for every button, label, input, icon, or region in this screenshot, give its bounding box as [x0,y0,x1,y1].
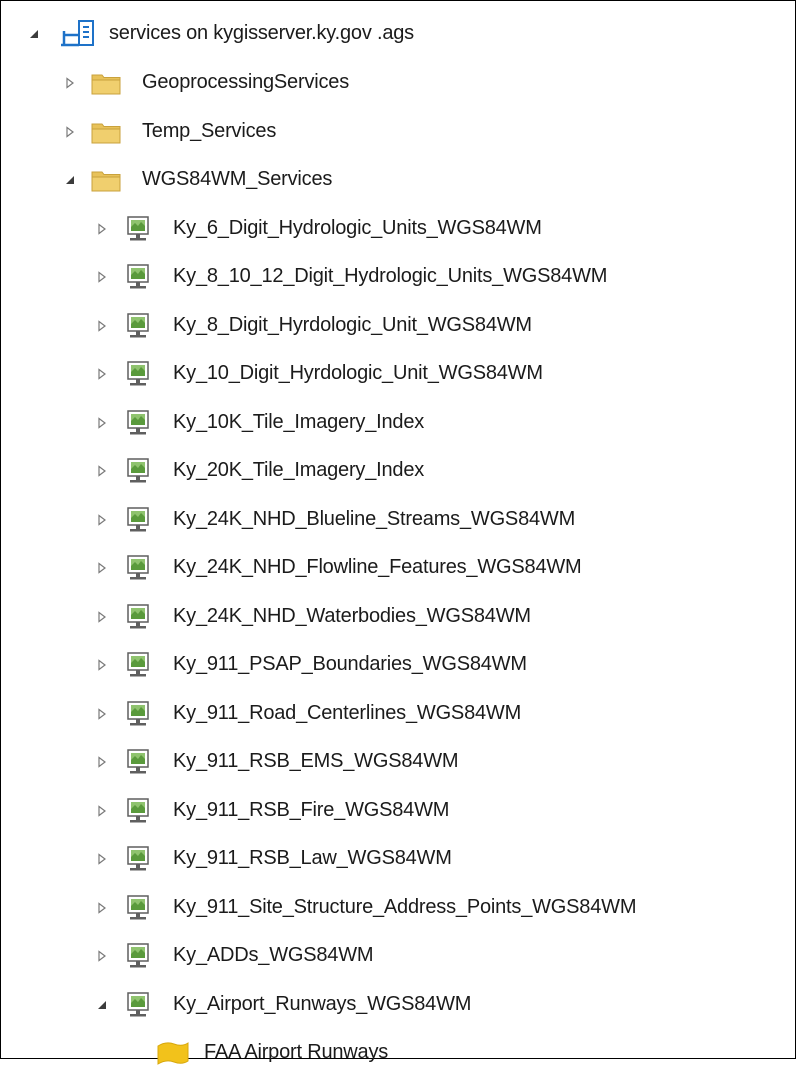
expand-arrow-icon[interactable] [95,561,109,575]
map-service-icon [125,554,151,582]
expand-arrow-icon[interactable] [95,755,109,769]
expand-arrow-icon[interactable] [95,416,109,430]
tree-item-label: GeoprocessingServices [142,71,350,94]
map-service-icon [125,845,151,873]
service-item[interactable]: Ky_20K_Tile_Imagery_Index [1,447,791,496]
service-item[interactable]: Ky_8_10_12_Digit_Hydrologic_Units_WGS84W… [1,253,791,302]
service-item[interactable]: Ky_911_Road_Centerlines_WGS84WM [1,690,791,739]
map-service-icon [125,506,151,534]
expand-arrow-icon[interactable] [95,367,109,381]
collapse-arrow-icon[interactable] [63,173,77,187]
service-item[interactable]: Ky_10K_Tile_Imagery_Index [1,399,791,448]
expand-arrow-icon[interactable] [63,76,77,90]
service-item[interactable]: Ky_911_PSAP_Boundaries_WGS84WM [1,641,791,690]
polygon-layer-icon [156,1040,190,1066]
tree-item-label: Ky_6_Digit_Hydrologic_Units_WGS84WM [173,216,542,239]
catalog-pane: services on kygisserver.ky.gov .ags Geopr… [0,0,796,1066]
collapse-arrow-icon[interactable] [27,27,41,41]
folder-icon [91,71,121,95]
expand-arrow-icon[interactable] [95,270,109,284]
service-item[interactable]: Ky_911_RSB_Law_WGS84WM [1,835,791,884]
tree-item-label: Ky_911_RSB_Fire_WGS84WM [173,798,450,821]
expand-arrow-icon[interactable] [63,125,77,139]
expand-arrow-icon[interactable] [95,610,109,624]
tree-item-label: Ky_911_Site_Structure_Address_Points_WGS… [173,895,637,918]
expand-arrow-icon[interactable] [95,464,109,478]
tree-item-label: Ky_Airport_Runways_WGS84WM [173,992,472,1015]
map-service-icon [125,748,151,776]
service-item[interactable]: Ky_ADDs_WGS84WM [1,932,791,981]
tree-item-label: Ky_ADDs_WGS84WM [173,944,374,967]
folder-item[interactable]: WGS84WM_Services [1,156,791,205]
map-service-icon [125,457,151,485]
collapse-arrow-icon[interactable] [95,998,109,1012]
service-item[interactable]: Ky_24K_NHD_Waterbodies_WGS84WM [1,593,791,642]
tree-item-label: services on kygisserver.ky.gov .ags [109,22,414,45]
map-service-icon [125,700,151,728]
map-service-icon [125,215,151,243]
tree-item-label: Ky_24K_NHD_Blueline_Streams_WGS84WM [173,507,576,530]
service-item[interactable]: Ky_Airport_Runways_WGS84WM [1,981,791,1030]
tree-item-label: FAA Airport Runways [204,1041,389,1064]
tree-item-label: Ky_10_Digit_Hyrdologic_Unit_WGS84WM [173,362,543,385]
map-service-icon [125,894,151,922]
tree-item-label: Ky_24K_NHD_Waterbodies_WGS84WM [173,604,531,627]
expand-arrow-icon[interactable] [95,513,109,527]
ags-server-connection-icon [59,19,99,49]
tree-item-label: WGS84WM_Services [142,168,333,191]
folder-icon [91,168,121,192]
tree-item-label: Ky_10K_Tile_Imagery_Index [173,410,425,433]
tree-root-item[interactable]: services on kygisserver.ky.gov .ags [1,9,791,59]
expand-arrow-icon[interactable] [95,707,109,721]
map-service-icon [125,942,151,970]
expand-arrow-icon[interactable] [95,804,109,818]
service-item[interactable]: Ky_24K_NHD_Flowline_Features_WGS84WM [1,544,791,593]
tree-item-label: Ky_20K_Tile_Imagery_Index [173,459,425,482]
tree-item-label: Ky_911_RSB_EMS_WGS84WM [173,750,459,773]
map-service-icon [125,603,151,631]
tree-item-label: Ky_911_RSB_Law_WGS84WM [173,847,452,870]
service-item[interactable]: Ky_24K_NHD_Blueline_Streams_WGS84WM [1,496,791,545]
service-item[interactable]: Ky_8_Digit_Hyrdologic_Unit_WGS84WM [1,302,791,351]
tree-item-label: Ky_24K_NHD_Flowline_Features_WGS84WM [173,556,582,579]
tree-item-label: Ky_8_Digit_Hyrdologic_Unit_WGS84WM [173,313,532,336]
map-service-icon [125,312,151,340]
tree-item-label: Ky_911_PSAP_Boundaries_WGS84WM [173,653,527,676]
folder-item[interactable]: GeoprocessingServices [1,59,791,108]
expand-arrow-icon[interactable] [95,222,109,236]
tree-item-label: Ky_8_10_12_Digit_Hydrologic_Units_WGS84W… [173,265,608,288]
tree-item-label: Ky_911_Road_Centerlines_WGS84WM [173,701,522,724]
service-item[interactable]: Ky_911_RSB_Fire_WGS84WM [1,787,791,836]
map-service-icon [125,651,151,679]
expand-arrow-icon[interactable] [95,949,109,963]
service-item[interactable]: Ky_911_Site_Structure_Address_Points_WGS… [1,884,791,933]
folder-icon [91,120,121,144]
service-item[interactable]: Ky_10_Digit_Hyrdologic_Unit_WGS84WM [1,350,791,399]
expand-arrow-icon[interactable] [95,901,109,915]
map-service-icon [125,360,151,388]
service-item[interactable]: Ky_6_Digit_Hydrologic_Units_WGS84WM [1,205,791,254]
expand-arrow-icon[interactable] [95,658,109,672]
expand-arrow-icon[interactable] [95,319,109,333]
map-service-icon [125,797,151,825]
folder-item[interactable]: Temp_Services [1,108,791,157]
map-service-icon [125,409,151,437]
service-item[interactable]: Ky_911_RSB_EMS_WGS84WM [1,738,791,787]
tree-item-label: Temp_Services [142,119,277,142]
expand-arrow-icon[interactable] [95,852,109,866]
catalog-tree: services on kygisserver.ky.gov .ags Geopr… [1,9,791,1078]
layer-item[interactable]: FAA Airport Runways [1,1029,791,1078]
map-service-icon [125,263,151,291]
map-service-icon [125,991,151,1019]
